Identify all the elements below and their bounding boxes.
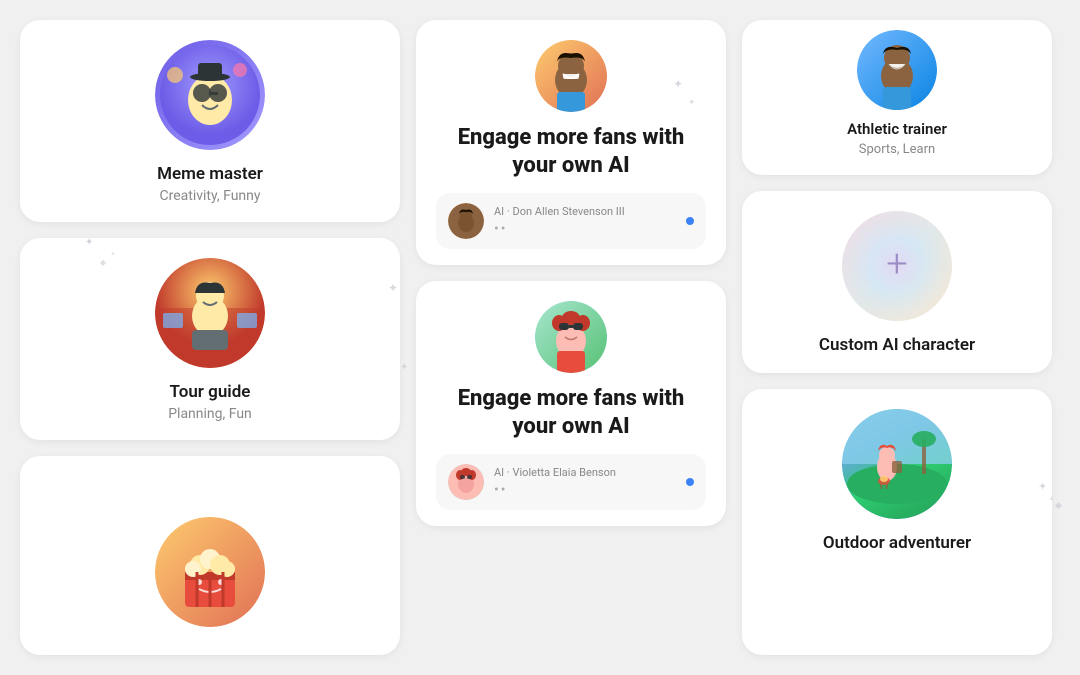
promo1-status-dot: [686, 217, 694, 225]
meme-master-card[interactable]: Meme master Creativity, Funny: [20, 20, 400, 222]
tour-guide-subtitle: Planning, Fun: [168, 406, 252, 422]
promo1-footer-info: AI · Don Allen Stevenson III ••: [494, 205, 676, 237]
promo2-footer-avatar: [448, 464, 484, 500]
popcorn-avatar: [155, 517, 265, 627]
promo-card-2[interactable]: Engage more fans with your own AI: [416, 281, 726, 526]
column-3: Athletic trainer Sports, Learn +: [742, 20, 1052, 655]
tour-guide-title: Tour guide: [170, 382, 251, 402]
tour-guide-card[interactable]: Tour guide Planning, Fun: [20, 238, 400, 440]
athletic-trainer-title: Athletic trainer: [847, 120, 947, 138]
promo2-title: Engage more fans with your own AI: [436, 385, 706, 440]
promo2-footer-dots: ••: [494, 482, 676, 498]
promo1-avatar: [535, 40, 607, 112]
main-grid: Meme master Creativity, Funny: [0, 0, 1080, 675]
outdoor-adventurer-avatar: [842, 409, 952, 519]
popcorn-card[interactable]: [20, 456, 400, 655]
athletic-trainer-card[interactable]: Athletic trainer Sports, Learn: [742, 20, 1052, 175]
tour-guide-avatar: [155, 258, 265, 368]
custom-ai-title: Custom AI character: [819, 335, 975, 355]
custom-ai-circle: +: [842, 211, 952, 321]
promo2-footer-label: AI · Violetta Elaia Benson: [494, 466, 676, 479]
column-2: Engage more fans with your own AI AI · D…: [416, 20, 726, 655]
athletic-trainer-avatar: [857, 30, 937, 110]
meme-master-avatar: [155, 40, 265, 150]
promo2-footer: AI · Violetta Elaia Benson ••: [436, 454, 706, 510]
meme-master-subtitle: Creativity, Funny: [159, 188, 260, 204]
custom-ai-card[interactable]: + Custom AI character: [742, 191, 1052, 373]
svg-text:+: +: [886, 242, 907, 286]
outdoor-adventurer-title: Outdoor adventurer: [823, 533, 971, 553]
promo1-footer: AI · Don Allen Stevenson III ••: [436, 193, 706, 249]
column-1: Meme master Creativity, Funny: [20, 20, 400, 655]
promo1-footer-avatar: [448, 203, 484, 239]
meme-master-title: Meme master: [157, 164, 263, 184]
outdoor-adventurer-card[interactable]: Outdoor adventurer: [742, 389, 1052, 655]
promo1-title: Engage more fans with your own AI: [436, 124, 706, 179]
promo1-footer-dots: ••: [494, 221, 676, 237]
promo2-avatar: [535, 301, 607, 373]
promo-card-1[interactable]: Engage more fans with your own AI AI · D…: [416, 20, 726, 265]
promo2-status-dot: [686, 478, 694, 486]
promo1-footer-label: AI · Don Allen Stevenson III: [494, 205, 676, 218]
athletic-trainer-subtitle: Sports, Learn: [859, 142, 935, 157]
promo2-footer-info: AI · Violetta Elaia Benson ••: [494, 466, 676, 498]
